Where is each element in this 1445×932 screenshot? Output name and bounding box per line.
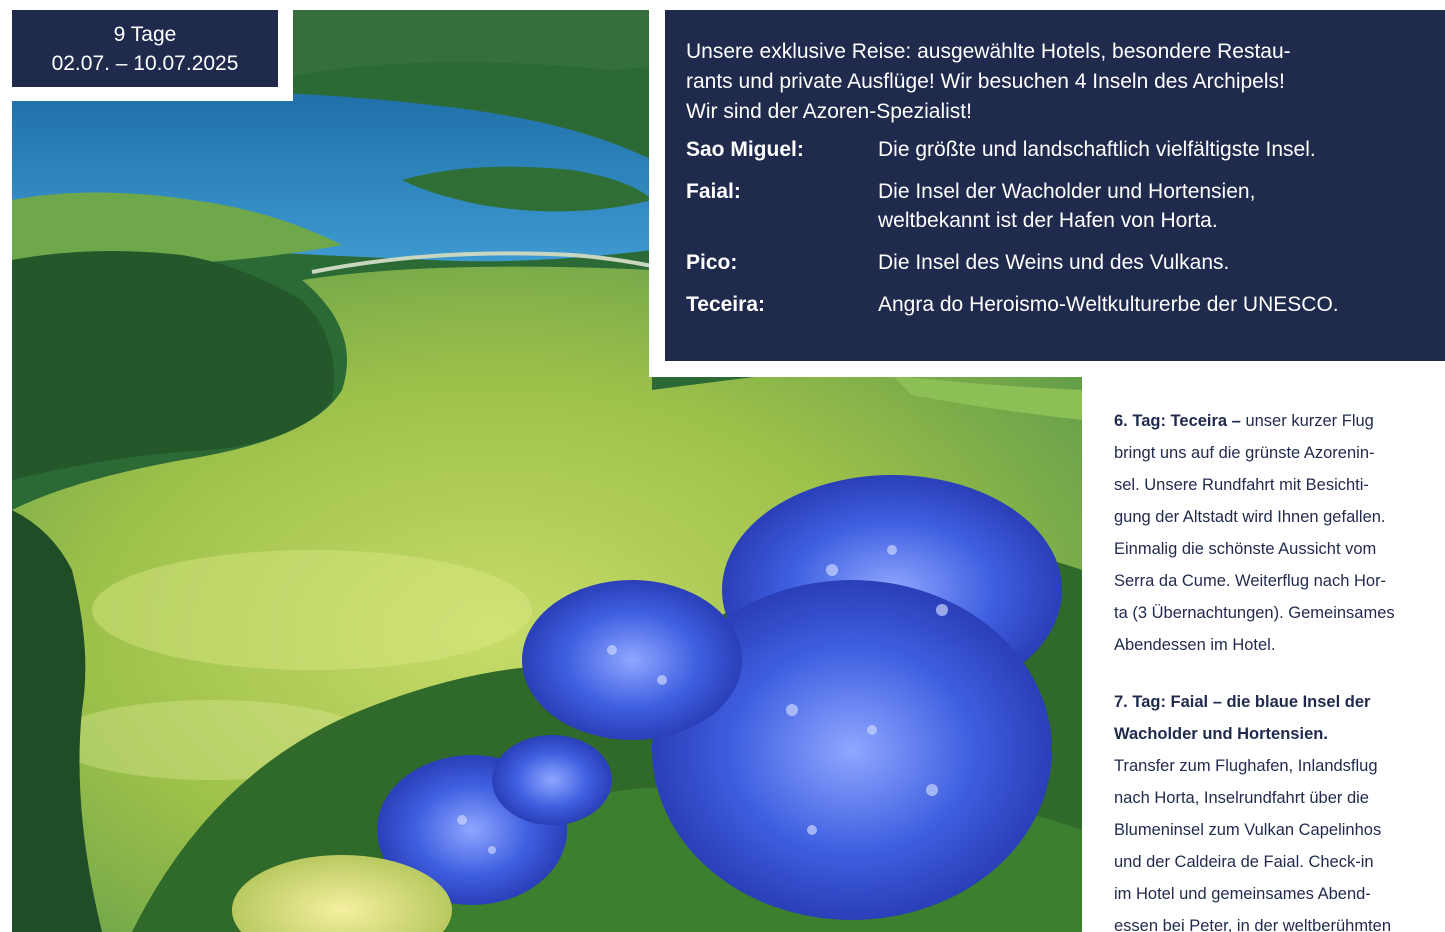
island-description-line: weltbekannt ist der Hafen von Horta.	[878, 209, 1218, 232]
island-list: Sao Miguel: Die größte und landschaftlic…	[686, 135, 1445, 319]
island-row-sao-miguel: Sao Miguel: Die größte und landschaftlic…	[686, 135, 1445, 164]
itinerary-line: nach Horta, Inselrundfahrt über die	[1114, 789, 1369, 807]
island-description: Angra do Heroismo-Weltkulturerbe der UNE…	[878, 290, 1445, 319]
info-box: Unsere exklusive Reise: ausgewählte Hote…	[665, 10, 1445, 361]
itinerary-line: bringt uns auf die grünste Azorenin-	[1114, 444, 1375, 462]
day-heading: 7. Tag: Faial – die blaue Insel der	[1114, 693, 1371, 711]
island-description-line: Die größte und landschaftlich vielfältig…	[878, 138, 1316, 161]
date-badge: 9 Tage 02.07. – 10.07.2025	[12, 10, 278, 87]
itinerary-line: Abendessen im Hotel.	[1114, 636, 1276, 654]
island-description: Die Insel der Wacholder und Hortensien, …	[878, 177, 1445, 235]
itinerary-line: gung der Altstadt wird Ihnen gefallen.	[1114, 508, 1386, 526]
island-name: Faial:	[686, 180, 741, 203]
itinerary-line: 6. Tag: Teceira – unser kurzer Flug	[1114, 405, 1445, 437]
info-box-frame: Unsere exklusive Reise: ausgewählte Hote…	[649, 0, 1445, 377]
island-name: Sao Miguel:	[686, 138, 804, 161]
intro-text: Unsere exklusive Reise: ausgewählte Hote…	[686, 37, 1426, 127]
itinerary-line: Transfer zum Flughafen, Inlandsflug	[1114, 757, 1378, 775]
island-name: Teceira:	[686, 293, 765, 316]
day-heading: Wacholder und Hortensien.	[1114, 725, 1328, 743]
itinerary-line: ta (3 Übernachtungen). Gemeinsames	[1114, 604, 1395, 622]
island-description: Die größte und landschaftlich vielfältig…	[878, 135, 1445, 164]
island-name: Pico:	[686, 251, 738, 274]
island-row-pico: Pico: Die Insel des Weins und des Vulkan…	[686, 248, 1445, 277]
island-description-line: Angra do Heroismo-Weltkulturerbe der UNE…	[878, 293, 1339, 316]
itinerary-day-7: 7. Tag: Faial – die blaue Insel der Wach…	[1114, 686, 1445, 932]
trip-dates: 02.07. – 10.07.2025	[51, 51, 239, 75]
itinerary-line: und der Caldeira de Faial. Check-in	[1114, 853, 1374, 871]
itinerary-day-6: 6. Tag: Teceira – unser kurzer Flug brin…	[1114, 405, 1445, 661]
day-heading: 6. Tag: Teceira –	[1114, 412, 1241, 430]
date-badge-frame: 9 Tage 02.07. – 10.07.2025	[12, 0, 293, 101]
itinerary-line: im Hotel und gemeinsames Abend-	[1114, 885, 1371, 903]
itinerary-line: Blumeninsel zum Vulkan Capelinhos	[1114, 821, 1382, 839]
island-description-line: Die Insel der Wacholder und Hortensien,	[878, 180, 1256, 203]
island-row-teceira: Teceira: Angra do Heroismo-Weltkulturerb…	[686, 290, 1445, 319]
itinerary-line: Serra da Cume. Weiterflug nach Hor-	[1114, 572, 1387, 590]
itinerary-text: unser kurzer Flug	[1240, 412, 1374, 430]
intro-line: Unsere exklusive Reise: ausgewählte Hote…	[686, 40, 1291, 63]
intro-line: rants und private Ausflüge! Wir besuchen…	[686, 70, 1285, 93]
itinerary-line: sel. Unsere Rundfahrt mit Besichti-	[1114, 476, 1369, 494]
island-description: Die Insel des Weins und des Vulkans.	[878, 248, 1445, 277]
itinerary-line: Einmalig die schönste Aussicht vom	[1114, 540, 1377, 558]
trip-duration: 9 Tage	[113, 22, 177, 46]
itinerary-column: 6. Tag: Teceira – unser kurzer Flug brin…	[1114, 405, 1445, 932]
island-row-faial: Faial: Die Insel der Wacholder und Horte…	[686, 177, 1445, 235]
island-description-line: Die Insel des Weins und des Vulkans.	[878, 251, 1230, 274]
intro-line: Wir sind der Azoren-Spezialist!	[686, 100, 972, 123]
itinerary-line: essen bei Peter, in der weltberühmten	[1114, 917, 1391, 932]
